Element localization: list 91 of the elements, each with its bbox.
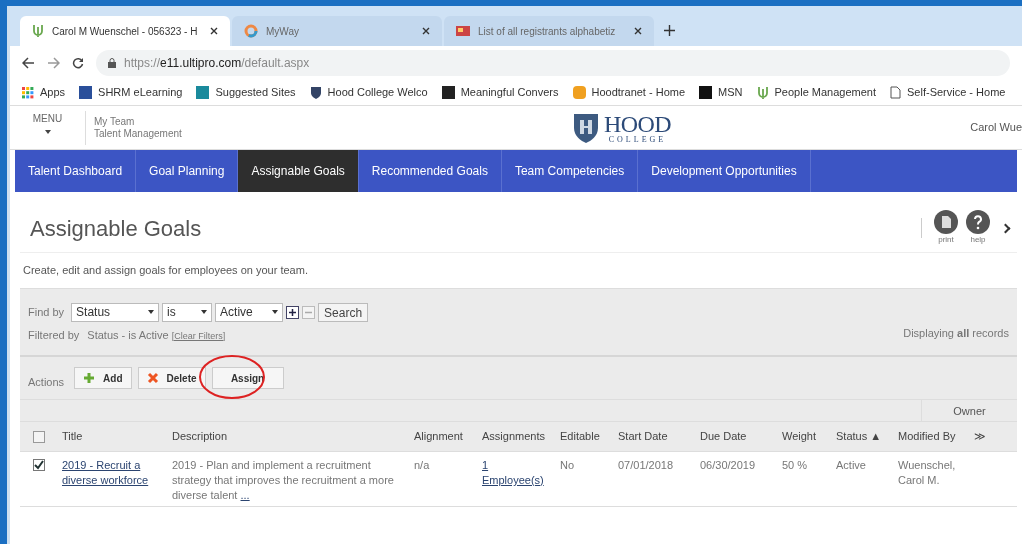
table-cell-text: Wuenschel, Carol M. — [897, 458, 957, 488]
dropdown-arrow-icon — [201, 310, 208, 314]
column-header[interactable]: Modified By — [894, 428, 970, 445]
help-icon[interactable] — [966, 210, 990, 234]
column-header[interactable]: Description — [168, 428, 410, 445]
column-header[interactable]: Assignments — [478, 428, 556, 445]
tool-label: print — [938, 234, 954, 246]
assignments-link[interactable]: 1 Employee(s) — [478, 458, 556, 488]
action-button[interactable]: Add — [74, 367, 132, 389]
address-bar[interactable]: https://e11.ultipro.com/default.aspx — [96, 50, 1010, 76]
bookmark-link[interactable]: Hood College Welco — [309, 84, 428, 101]
filter-summary: Status - is Active [Clear Filters] — [87, 327, 226, 343]
reload-icon[interactable] — [72, 57, 84, 69]
tab-title: MyWay — [266, 24, 300, 39]
select-all-checkbox[interactable] — [33, 430, 45, 443]
shield-icon — [572, 111, 600, 144]
bookmark-link[interactable]: People Management — [756, 84, 876, 101]
nav-tab[interactable]: Development Opportunities — [638, 150, 811, 192]
bookmark-link[interactable]: SHRM eLearning — [79, 84, 183, 101]
add-filter-icon[interactable] — [286, 305, 300, 319]
bookmark-link[interactable]: MSN — [699, 84, 743, 101]
caret-icon — [44, 129, 51, 134]
close-icon[interactable] — [422, 27, 430, 35]
column-header[interactable]: Weight — [778, 428, 832, 445]
breadcrumb-text: Talent Management — [94, 127, 183, 140]
close-icon[interactable] — [634, 27, 642, 35]
tab-title: List of all registrants alphabetiz — [478, 24, 617, 39]
browser-tab[interactable]: Carol M Wuenschel - 056323 - H — [20, 16, 230, 46]
user-name: Carol Wue — [970, 120, 1022, 136]
dropdown-arrow-icon — [272, 310, 279, 314]
operator-select[interactable]: is — [162, 302, 213, 322]
action-button[interactable]: Delete — [137, 367, 206, 389]
table-cell-text: 50 % — [781, 458, 809, 473]
menu-button[interactable]: MENU — [10, 110, 86, 145]
back-icon[interactable] — [22, 57, 35, 69]
table-cell-text: 07/01/2018 — [617, 458, 675, 473]
bookmark-link[interactable]: Apps — [22, 84, 66, 101]
nav-tab[interactable]: Recommended Goals — [358, 150, 502, 192]
flag-icon — [456, 25, 470, 37]
browser-tab[interactable]: List of all registrants alphabetiz — [444, 16, 654, 46]
apps-grid-icon — [22, 86, 34, 99]
filtered-by-label: Filtered by — [28, 327, 80, 343]
column-header[interactable]: Title — [58, 428, 168, 445]
page-title: Assignable Goals — [29, 214, 203, 243]
value-select[interactable]: Active — [215, 302, 284, 322]
column-header[interactable]: Editable — [556, 428, 614, 445]
action-button[interactable]: Assign — [211, 367, 284, 389]
search-button[interactable]: Search — [318, 302, 369, 322]
page-icon — [890, 86, 901, 99]
close-icon — [146, 372, 159, 384]
table-cell-text: 06/30/2019 — [699, 458, 757, 473]
actions-label: Actions — [28, 374, 65, 390]
nav-tab[interactable]: Assignable Goals — [238, 150, 359, 192]
description-cell-text: 2019 - Plan and implement a recruitment strategy that improves the recruitment a more diverse talent ... — [171, 458, 395, 503]
goal-title-link[interactable]: 2019 - Recruit a diverse workforce — [58, 458, 168, 488]
breadcrumb-text: My Team — [94, 115, 136, 128]
document-icon[interactable] — [934, 210, 958, 234]
find-by-label: Find by — [28, 304, 65, 320]
column-header[interactable]: Alignment — [410, 428, 478, 445]
records-count: Displaying all records — [903, 325, 1009, 341]
clear-filters-link[interactable]: [Clear Filters] — [171, 330, 226, 341]
column-header[interactable]: Status ▲ — [832, 428, 894, 445]
description-text: Create, edit and assign goals for employees on your team. — [22, 263, 309, 278]
bookmark-link[interactable]: Suggested Sites — [196, 84, 296, 101]
table-cell-text: No — [559, 458, 576, 473]
nav-tab[interactable]: Team Competencies — [501, 150, 639, 192]
lock-icon — [108, 58, 116, 68]
field-select[interactable]: Status — [71, 302, 160, 322]
college-logo: HOOD COLLEGE — [572, 111, 671, 144]
browser-tab[interactable]: MyWay — [232, 16, 442, 46]
nav-tab[interactable]: Talent Dashboard — [15, 150, 137, 192]
tab-title: Carol M Wuenschel - 056323 - H — [52, 24, 199, 39]
plus-icon — [83, 372, 96, 384]
column-header[interactable]: ≫ — [970, 428, 990, 445]
forward-icon[interactable] — [47, 57, 60, 69]
row-checkbox[interactable] — [33, 459, 45, 471]
url-text: https://e11.ultipro.com/default.aspx — [124, 55, 310, 72]
new-tab-icon[interactable] — [664, 25, 675, 36]
column-header[interactable]: Start Date — [614, 428, 696, 445]
table-cell-text: Active — [835, 458, 867, 473]
dropdown-arrow-icon — [148, 310, 155, 314]
table-cell-text: n/a — [413, 458, 431, 473]
tool-label: help — [970, 234, 986, 246]
bookmark-link[interactable]: Self-Service - Home — [890, 84, 1006, 101]
shield-icon — [309, 86, 322, 99]
bookmark-link[interactable]: Meaningful Convers — [441, 84, 559, 101]
ring-icon — [244, 24, 258, 38]
bookmark-link[interactable]: Hoodtranet - Home — [572, 84, 686, 101]
more-link[interactable]: ... — [240, 489, 250, 501]
close-icon[interactable] — [210, 27, 218, 35]
column-header[interactable]: Due Date — [696, 428, 778, 445]
